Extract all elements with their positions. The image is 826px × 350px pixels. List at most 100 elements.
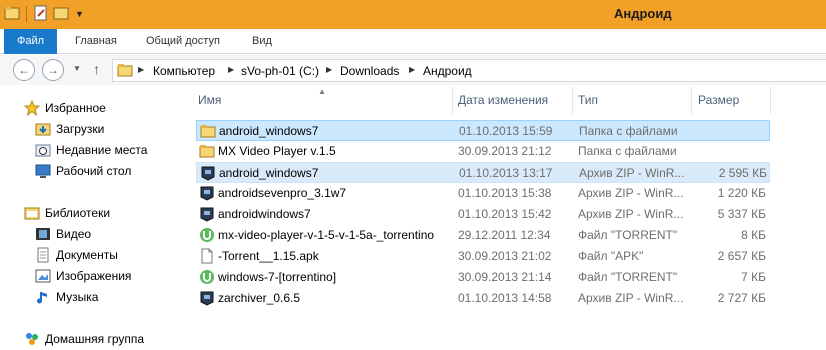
column-header-type[interactable]: Тип xyxy=(578,93,598,107)
file-type: Архив ZIP - WinR... xyxy=(578,186,684,200)
back-button[interactable]: ← xyxy=(13,59,35,81)
forward-arrow-icon: → xyxy=(47,63,59,77)
chevron-right-icon[interactable]: ▶ xyxy=(326,65,332,74)
quick-access-toolbar: ▼ xyxy=(4,4,86,24)
column-divider[interactable] xyxy=(572,87,573,114)
file-name: mx-video-player-v-1-5-v-1-5a-_torrentino xyxy=(218,228,435,242)
file-row[interactable]: mx-video-player-v-1-5-v-1-5a-_torrentino… xyxy=(196,225,770,246)
nav-favorites[interactable]: Избранное xyxy=(24,98,106,118)
nav-item-label: Музыка xyxy=(56,290,99,304)
file-row[interactable]: androidsevenpro_3.1w7 01.10.2013 15:38 Арх… xyxy=(196,183,770,204)
video-library-icon xyxy=(35,226,51,242)
customize-toolbar-icon[interactable]: ▼ xyxy=(73,9,86,19)
column-divider[interactable] xyxy=(691,87,692,114)
breadcrumb-current-folder[interactable]: Андроид xyxy=(423,64,472,78)
nav-item-label: Недавние места xyxy=(56,143,148,157)
nav-homegroup-label: Домашняя группа xyxy=(45,332,145,346)
file-size: 2 657 КБ xyxy=(717,249,766,263)
file-date: 29.12.2011 12:34 xyxy=(458,228,551,242)
file-type: Папка с файлами xyxy=(578,144,677,158)
column-header-size[interactable]: Размер xyxy=(698,93,739,107)
winrar-archive-icon xyxy=(199,290,215,306)
new-folder-icon[interactable] xyxy=(53,5,69,24)
tab-file[interactable]: Файл xyxy=(4,29,57,54)
file-date: 01.10.2013 15:38 xyxy=(458,186,552,200)
desktop-icon xyxy=(35,163,51,179)
chevron-right-icon[interactable]: ▶ xyxy=(409,65,415,74)
recent-locations-dropdown-icon[interactable]: ▼ xyxy=(73,64,81,73)
winrar-archive-icon xyxy=(199,206,215,222)
breadcrumb-computer[interactable]: Компьютер xyxy=(153,64,215,78)
navigation-bar: ← → ▼ ↑ ▶ Компьютер ▶ sVo-ph-01 (C:) ▶ D… xyxy=(0,55,826,85)
nav-item-label: Загрузки xyxy=(56,122,105,136)
chevron-right-icon[interactable]: ▶ xyxy=(138,65,144,74)
file-name: MX Video Player v.1.5 xyxy=(218,144,336,158)
folder-icon xyxy=(200,123,216,139)
nav-item-desktop[interactable]: Рабочий стол xyxy=(35,161,131,181)
star-icon xyxy=(24,100,40,116)
file-date: 01.10.2013 13:17 xyxy=(459,166,553,180)
nav-homegroup[interactable]: Домашняя группа xyxy=(24,329,144,349)
file-date: 30.09.2013 21:14 xyxy=(458,270,552,284)
file-name: -Torrent__1.15.apk xyxy=(218,249,319,263)
file-type: Файл "APK" xyxy=(578,249,644,263)
back-arrow-icon: ← xyxy=(18,63,30,77)
column-divider[interactable] xyxy=(770,87,771,114)
up-arrow-icon[interactable]: ↑ xyxy=(93,61,100,77)
file-name: android_windows7 xyxy=(219,166,319,180)
nav-libraries[interactable]: Библиотеки xyxy=(24,203,110,223)
tab-share[interactable]: Общий доступ xyxy=(146,29,220,54)
nav-item-documents[interactable]: Документы xyxy=(35,245,118,265)
window-title: Андроид xyxy=(614,6,672,21)
column-divider[interactable] xyxy=(452,87,453,114)
address-bar[interactable]: ▶ Компьютер ▶ sVo-ph-01 (C:) ▶ Downloads… xyxy=(112,59,826,82)
folder-icon xyxy=(199,143,215,159)
file-row[interactable]: android_windows7 01.10.2013 15:59 Папка с … xyxy=(196,120,770,141)
column-header-date[interactable]: Дата изменения xyxy=(458,93,548,107)
file-date: 30.09.2013 21:02 xyxy=(458,249,552,263)
music-library-icon xyxy=(35,289,51,305)
properties-icon[interactable] xyxy=(33,5,49,24)
downloads-folder-icon xyxy=(35,121,51,137)
file-row[interactable]: androidwindows7 01.10.2013 15:42 Архив ZIP… xyxy=(196,204,770,225)
file-row[interactable]: android_windows7 01.10.2013 13:17 Архив ZI… xyxy=(196,162,770,183)
utorrent-icon xyxy=(199,269,215,285)
nav-item-video[interactable]: Видео xyxy=(35,224,91,244)
file-row[interactable]: zarchiver_0.6.5 01.10.2013 14:58 Архив ZIP… xyxy=(196,288,770,309)
file-size: 2 727 КБ xyxy=(717,291,766,305)
documents-library-icon xyxy=(35,247,51,263)
tab-view[interactable]: Вид xyxy=(252,29,272,54)
file-name: androidwindows7 xyxy=(218,207,311,221)
file-row[interactable]: -Torrent__1.15.apk 30.09.2013 21:02 Файл "… xyxy=(196,246,770,267)
forward-button[interactable]: → xyxy=(42,59,64,81)
file-row[interactable]: windows-7-[torrentino] 30.09.2013 21:14 Фа… xyxy=(196,267,770,288)
nav-item-pictures[interactable]: Изображения xyxy=(35,266,131,286)
winrar-archive-icon xyxy=(199,185,215,201)
file-date: 01.10.2013 15:59 xyxy=(459,124,553,138)
app-folder-icon[interactable] xyxy=(4,5,20,24)
file-size: 2 595 КБ xyxy=(718,166,767,180)
file-row[interactable]: MX Video Player v.1.5 30.09.2013 21:12 Пап… xyxy=(196,141,770,162)
folder-icon xyxy=(117,62,133,81)
nav-item-recent-places[interactable]: Недавние места xyxy=(35,140,147,160)
file-name: zarchiver_0.6.5 xyxy=(218,291,301,305)
winrar-archive-icon xyxy=(200,165,216,181)
libraries-icon xyxy=(24,205,40,221)
column-header-name[interactable]: Имя xyxy=(198,93,221,107)
file-size: 5 337 КБ xyxy=(717,207,766,221)
nav-favorites-label: Избранное xyxy=(45,101,106,115)
nav-item-music[interactable]: Музыка xyxy=(35,287,98,307)
nav-item-label: Видео xyxy=(56,227,92,241)
chevron-right-icon[interactable]: ▶ xyxy=(228,65,234,74)
file-size: 7 КБ xyxy=(741,270,766,284)
tab-home[interactable]: Главная xyxy=(75,29,117,54)
file-date: 01.10.2013 15:42 xyxy=(458,207,552,221)
nav-item-downloads[interactable]: Загрузки xyxy=(35,119,104,139)
file-date: 01.10.2013 14:58 xyxy=(458,291,552,305)
breadcrumb-drive[interactable]: sVo-ph-01 (C:) xyxy=(241,64,319,78)
breadcrumb-downloads[interactable]: Downloads xyxy=(340,64,399,78)
file-name: androidsevenpro_3.1w7 xyxy=(218,186,347,200)
nav-item-label: Рабочий стол xyxy=(56,164,132,178)
nav-item-label: Изображения xyxy=(56,269,132,283)
file-list: ▲ Имя Дата изменения Тип Размер android_… xyxy=(182,87,826,350)
